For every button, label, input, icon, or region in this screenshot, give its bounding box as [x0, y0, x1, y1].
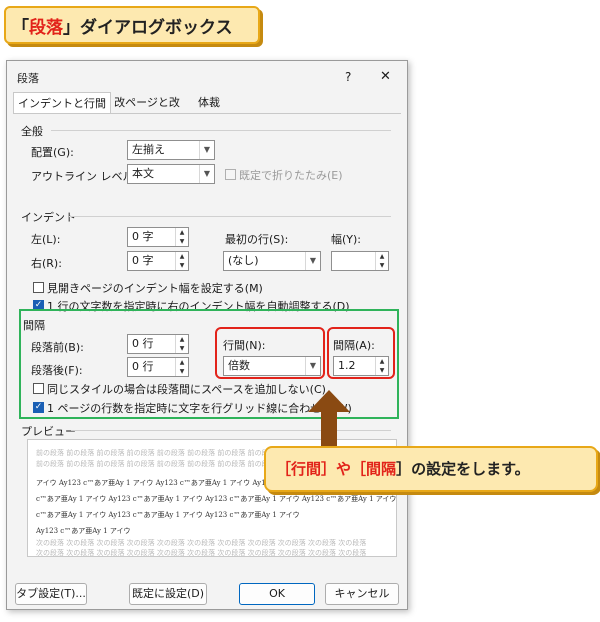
title-banner: 「段落」ダイアログボックス	[4, 6, 260, 44]
tab-indent-spacing[interactable]: インデントと行間隔	[13, 92, 111, 131]
chevron-down-icon: ▼	[305, 252, 320, 270]
chevron-down-icon: ▼	[305, 357, 320, 375]
spin-up-icon[interactable]: ▲	[376, 252, 388, 261]
tabs-button[interactable]: タブ設定(T)...	[15, 583, 87, 605]
chevron-down-icon: ▼	[199, 141, 214, 159]
divider	[51, 130, 391, 131]
spin-down-icon[interactable]: ▼	[176, 367, 188, 376]
tab-strip: インデントと行間隔 改ページと改行 体裁	[7, 92, 407, 131]
general-header: 全般	[21, 125, 43, 138]
first-line-select[interactable]: (なし) ▼	[223, 251, 321, 271]
spin-up-icon[interactable]: ▲	[376, 357, 388, 366]
no-space-same-style-checkbox[interactable]	[33, 383, 44, 394]
set-default-button[interactable]: 既定に設定(D)	[129, 583, 207, 605]
alignment-label: 配置(G):	[31, 146, 74, 159]
preview-header: プレビュー	[21, 425, 76, 438]
space-after-spinner[interactable]: 0 行 ▲ ▼	[127, 357, 189, 377]
indent-header: インデント	[21, 211, 76, 224]
spin-down-icon[interactable]: ▼	[376, 261, 388, 270]
preview-next-paragraph: 次の段落 次の段落 次の段落 次の段落 次の段落 次の段落 次の段落 次の段落 …	[36, 539, 367, 547]
spin-up-icon[interactable]: ▲	[176, 335, 188, 344]
spin-down-icon[interactable]: ▼	[176, 237, 188, 246]
ok-button[interactable]: OK	[239, 583, 315, 605]
callout-text: ［行間］や［間隔］の設定をします。	[276, 460, 530, 478]
help-icon[interactable]: ?	[345, 70, 351, 84]
width-spinner[interactable]: ▲ ▼	[331, 251, 389, 271]
spin-down-icon[interactable]: ▼	[176, 261, 188, 270]
indent-right-spinner[interactable]: 0 字 ▲ ▼	[127, 251, 189, 271]
close-icon[interactable]: ✕	[380, 69, 391, 84]
space-after-label: 段落後(F):	[31, 364, 83, 377]
chevron-down-icon: ▼	[199, 165, 214, 183]
alignment-select[interactable]: 左揃え ▼	[127, 140, 215, 160]
dialog-title: 段落	[17, 72, 39, 85]
outline-level-select[interactable]: 本文 ▼	[127, 164, 215, 184]
mirror-indent-checkbox[interactable]	[33, 282, 44, 293]
mirror-indent-label: 見開きページのインデント幅を設定する(M)	[47, 282, 263, 295]
indent-left-spinner[interactable]: 0 字 ▲ ▼	[127, 227, 189, 247]
spin-down-icon[interactable]: ▼	[376, 366, 388, 375]
snap-to-grid-checkbox[interactable]: ✓	[33, 402, 44, 413]
divider	[69, 216, 391, 217]
cancel-button[interactable]: キャンセル	[325, 583, 399, 605]
preview-sample-line: c™あア亜Ay 1 アイウ Ay123 c™あア亜Ay 1 アイウ Ay123 …	[36, 511, 300, 519]
no-space-same-style-label: 同じスタイルの場合は段落間にスペースを追加しない(C)	[47, 383, 326, 396]
width-label: 幅(Y):	[331, 233, 362, 246]
spacing-header: 間隔	[23, 319, 45, 332]
spin-down-icon[interactable]: ▼	[176, 344, 188, 353]
preview-sample-line: c™あア亜Ay 1 アイウ Ay123 c™あア亜Ay 1 アイウ Ay123 …	[36, 495, 397, 503]
collapsed-label: 既定で折りたたみ(E)	[239, 169, 343, 182]
banner-text: 「段落」ダイアログボックス	[12, 18, 233, 38]
spin-up-icon[interactable]: ▲	[176, 358, 188, 367]
line-spacing-select[interactable]: 倍数 ▼	[223, 356, 321, 376]
spacing-at-label: 間隔(A):	[333, 339, 375, 352]
spin-up-icon[interactable]: ▲	[176, 228, 188, 237]
tab-asian-typography[interactable]: 体裁	[187, 92, 231, 113]
preview-sample-line: Ay123 c™あア亜Ay 1 アイウ	[36, 527, 131, 535]
paragraph-dialog: 段落 ? ✕ インデントと行間隔 改ページと改行 体裁 全般 配置(G): 左揃…	[6, 60, 408, 610]
line-spacing-label: 行間(N):	[223, 339, 266, 352]
indent-right-label: 右(R):	[31, 257, 62, 270]
tab-line-page-breaks[interactable]: 改ページと改行	[111, 92, 183, 130]
indent-left-label: 左(L):	[31, 233, 61, 246]
spacing-at-spinner[interactable]: 1.2 ▲ ▼	[333, 356, 389, 376]
preview-next-paragraph: 次の段落 次の段落 次の段落 次の段落 次の段落 次の段落 次の段落 次の段落 …	[36, 549, 367, 557]
pointer-arrow-icon	[308, 390, 350, 452]
first-line-label: 最初の行(S):	[225, 233, 289, 246]
space-before-label: 段落前(B):	[31, 341, 84, 354]
callout-box: ［行間］や［間隔］の設定をします。	[264, 446, 598, 492]
collapsed-checkbox[interactable]	[225, 169, 236, 180]
spin-up-icon[interactable]: ▲	[176, 252, 188, 261]
space-before-spinner[interactable]: 0 行 ▲ ▼	[127, 334, 189, 354]
